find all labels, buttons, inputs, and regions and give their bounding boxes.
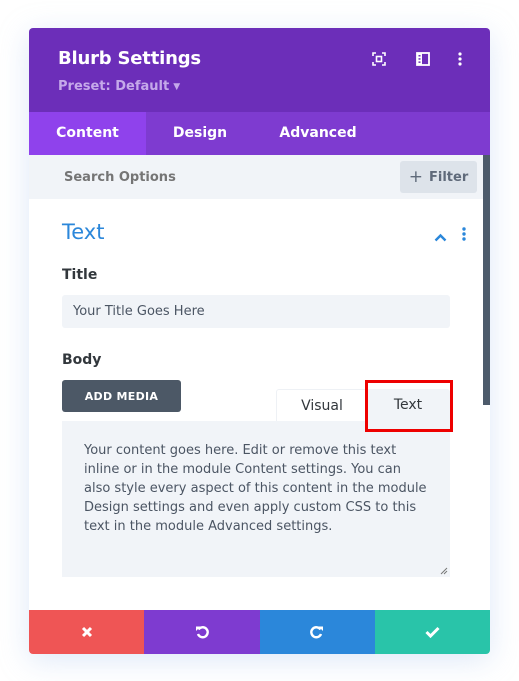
search-bar: + Filter xyxy=(29,155,483,199)
tab-advanced[interactable]: Advanced xyxy=(254,112,382,155)
chevron-up-icon[interactable] xyxy=(434,227,447,246)
section-title-text[interactable]: Text xyxy=(62,220,104,244)
settings-tabs: Content Design Advanced xyxy=(29,112,490,155)
body-textarea[interactable]: Your content goes here. Edit or remove t… xyxy=(62,421,450,577)
modal-title: Blurb Settings xyxy=(58,48,201,69)
editor-tab-text[interactable]: Text xyxy=(366,389,450,421)
discard-button[interactable] xyxy=(29,610,145,654)
tab-content[interactable]: Content xyxy=(29,112,146,155)
close-icon xyxy=(81,626,92,638)
blurb-settings-modal: Blurb Settings Preset: Default ▼ Content … xyxy=(29,28,490,654)
add-media-button[interactable]: ADD MEDIA xyxy=(62,380,181,412)
plus-icon: + xyxy=(408,167,423,187)
check-icon xyxy=(425,626,440,638)
modal-header: Blurb Settings Preset: Default ▼ xyxy=(29,28,490,112)
caret-down-icon: ▼ xyxy=(173,82,181,92)
tab-design[interactable]: Design xyxy=(146,112,254,155)
sidebar-layout-icon[interactable] xyxy=(414,50,432,68)
editor-tab-visual[interactable]: Visual xyxy=(276,389,368,422)
more-vertical-icon[interactable] xyxy=(451,50,469,68)
filter-button[interactable]: + Filter xyxy=(400,161,477,193)
preset-dropdown[interactable]: Preset: Default ▼ xyxy=(58,79,180,94)
undo-icon xyxy=(195,626,209,639)
title-field-label: Title xyxy=(62,267,98,283)
title-input[interactable] xyxy=(62,295,450,328)
filter-label: Filter xyxy=(429,169,469,185)
resize-grip-icon[interactable] xyxy=(439,566,448,575)
preset-label: Preset: Default xyxy=(58,79,170,94)
undo-button[interactable] xyxy=(144,610,260,654)
focus-icon[interactable] xyxy=(370,50,388,68)
body-text: Your content goes here. Edit or remove t… xyxy=(84,443,427,534)
redo-icon xyxy=(310,626,324,639)
section-more-icon[interactable] xyxy=(462,226,466,245)
body-field-label: Body xyxy=(62,352,102,368)
save-button[interactable] xyxy=(374,610,490,654)
search-input[interactable] xyxy=(62,169,366,186)
scrollbar[interactable] xyxy=(483,155,490,405)
redo-button[interactable] xyxy=(259,610,375,654)
modal-footer xyxy=(29,610,490,654)
